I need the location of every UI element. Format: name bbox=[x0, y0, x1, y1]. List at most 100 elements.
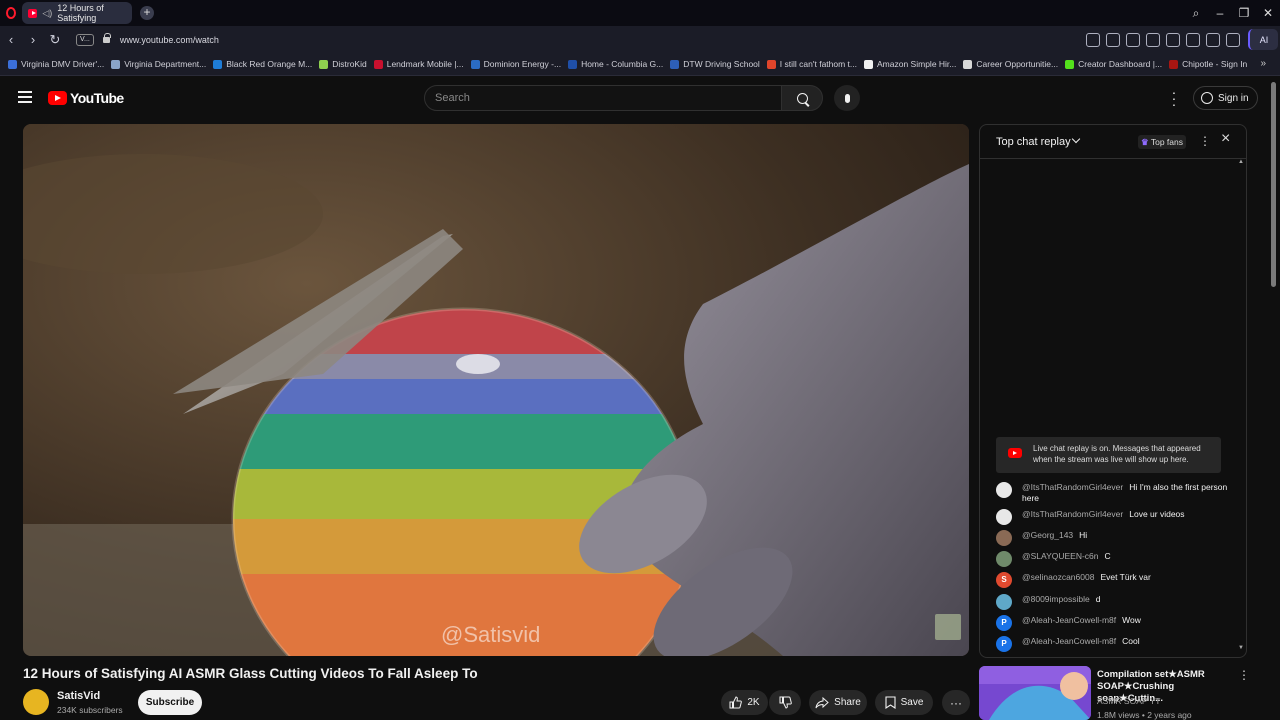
search-button[interactable] bbox=[781, 85, 823, 111]
channel-name[interactable]: SatisVid bbox=[57, 690, 100, 702]
chat-author-avatar[interactable] bbox=[996, 482, 1012, 498]
profile-icon[interactable] bbox=[1226, 32, 1240, 47]
chat-author-avatar[interactable] bbox=[996, 594, 1012, 610]
video-title: 12 Hours of Satisfying AI ASMR Glass Cut… bbox=[23, 666, 478, 681]
lock-icon[interactable] bbox=[102, 32, 111, 43]
minimize-button[interactable]: – bbox=[1208, 6, 1232, 20]
maximize-button[interactable]: ❐ bbox=[1232, 6, 1256, 20]
share-button[interactable]: Share bbox=[809, 690, 867, 715]
shield-icon[interactable] bbox=[1126, 32, 1140, 47]
save-button[interactable]: Save bbox=[875, 690, 933, 715]
sign-in-button[interactable]: Sign in bbox=[1193, 86, 1258, 110]
bookmark-label: Amazon Simple Hir... bbox=[877, 59, 957, 69]
browser-tab-active[interactable]: ◁) 12 Hours of Satisfying bbox=[22, 2, 132, 24]
bookmark-label: Creator Dashboard |... bbox=[1078, 59, 1163, 69]
reload-button[interactable]: ↻ bbox=[44, 32, 66, 48]
menu-lines-icon[interactable] bbox=[1206, 32, 1220, 47]
bookmark-label: Black Red Orange M... bbox=[226, 59, 313, 69]
chat-author-name[interactable]: @Aleah-JeanCowell-m8f bbox=[1022, 615, 1116, 625]
heart-icon[interactable] bbox=[1166, 32, 1180, 47]
subscribe-button[interactable]: Subscribe bbox=[138, 690, 202, 715]
download-icon[interactable] bbox=[1186, 32, 1200, 47]
bookmark-item[interactable]: Lendmark Mobile |... bbox=[373, 59, 464, 69]
back-button[interactable]: ‹ bbox=[0, 32, 22, 47]
channel-watermark-icon[interactable] bbox=[935, 614, 961, 640]
camera-icon[interactable] bbox=[1106, 32, 1120, 47]
chat-more-icon[interactable]: ⋮ bbox=[1199, 134, 1211, 148]
scroll-down-arrow-icon[interactable]: ▼ bbox=[1238, 645, 1244, 651]
bookmark-item[interactable]: DTW Driving School bbox=[670, 59, 760, 69]
recommended-video-thumbnail[interactable] bbox=[979, 666, 1091, 720]
chat-message[interactable]: S @selinaozcan6008 Evet Türk var bbox=[996, 572, 1236, 588]
site-badge[interactable]: V... bbox=[76, 33, 94, 46]
play-icon[interactable] bbox=[1146, 32, 1160, 47]
bookmark-item[interactable]: Chipotle - Sign In bbox=[1169, 59, 1247, 69]
chat-author-name[interactable]: @ItsThatRandomGirl4ever bbox=[1022, 509, 1123, 519]
chat-author-name[interactable]: @8009impossible bbox=[1022, 594, 1090, 604]
browser-search-icon[interactable]: ⌕ bbox=[1184, 6, 1208, 21]
youtube-favicon-icon bbox=[28, 8, 38, 18]
chat-message[interactable]: @ItsThatRandomGirl4ever Hi I'm also the f… bbox=[996, 482, 1236, 504]
settings-menu-icon[interactable]: · · · bbox=[1167, 85, 1181, 111]
close-icon[interactable]: × bbox=[1221, 130, 1230, 148]
dislike-button[interactable] bbox=[769, 690, 801, 715]
search-input[interactable]: Search bbox=[424, 85, 782, 111]
forward-button[interactable]: › bbox=[22, 32, 44, 47]
bookmark-favicon-icon bbox=[963, 59, 973, 69]
menu-icon[interactable] bbox=[18, 91, 32, 103]
edit-icon[interactable] bbox=[1086, 32, 1100, 47]
bookmark-item[interactable]: Home - Columbia G... bbox=[568, 59, 663, 69]
bookmarks-bar: Virginia DMV Driver'... Virginia Departme… bbox=[0, 53, 1280, 76]
bookmark-item[interactable]: Creator Dashboard |... bbox=[1065, 59, 1162, 69]
chat-author-name[interactable]: @Aleah-JeanCowell-m8f bbox=[1022, 636, 1116, 646]
opera-logo-icon[interactable] bbox=[0, 0, 22, 26]
channel-avatar[interactable] bbox=[23, 689, 49, 715]
bookmark-item[interactable]: Dominion Energy -... bbox=[470, 59, 561, 69]
like-count: 2K bbox=[747, 697, 760, 708]
chat-author-name[interactable]: @SLAYQUEEN-c6n bbox=[1022, 551, 1099, 561]
page-scrollbar[interactable] bbox=[1271, 82, 1276, 287]
like-button[interactable]: 2K bbox=[721, 690, 768, 715]
video-player[interactable]: @Satisvid bbox=[23, 124, 969, 656]
chat-message[interactable]: @ItsThatRandomGirl4ever Love ur videos bbox=[996, 509, 1236, 525]
more-actions-button[interactable]: ··· bbox=[942, 690, 970, 715]
chat-author-name[interactable]: @Georg_143 bbox=[1022, 530, 1073, 540]
subscriber-count: 234K subscribers bbox=[57, 705, 123, 715]
chat-message[interactable]: P @Aleah-JeanCowell-m8f Cool bbox=[996, 636, 1236, 652]
chevron-down-icon[interactable] bbox=[1071, 134, 1081, 144]
chat-author-avatar[interactable] bbox=[996, 551, 1012, 567]
new-tab-button[interactable]: + bbox=[140, 6, 154, 20]
chat-author-avatar[interactable]: S bbox=[996, 572, 1012, 588]
youtube-logo[interactable]: YouTube bbox=[48, 90, 124, 106]
chat-message[interactable]: @Georg_143 Hi bbox=[996, 530, 1236, 546]
chat-message[interactable]: @8009impossible d bbox=[996, 594, 1236, 610]
close-window-button[interactable]: ✕ bbox=[1256, 6, 1280, 20]
chat-mode-selector[interactable]: Top chat replay bbox=[996, 136, 1071, 148]
chat-author-name[interactable]: @selinaozcan6008 bbox=[1022, 572, 1094, 582]
chat-author-avatar[interactable]: P bbox=[996, 615, 1012, 631]
chat-author-avatar[interactable] bbox=[996, 509, 1012, 525]
chat-message-text: d bbox=[1095, 594, 1101, 604]
bookmark-item[interactable]: DistroKid bbox=[319, 59, 367, 69]
bookmark-item[interactable]: Career Opportunitie... bbox=[963, 59, 1058, 69]
top-fans-badge[interactable]: ♛ Top fans bbox=[1138, 135, 1186, 149]
bookmark-item[interactable]: Virginia DMV Driver'... bbox=[8, 59, 104, 69]
bookmark-item[interactable]: Black Red Orange M... bbox=[213, 59, 312, 69]
bookmark-item[interactable]: Amazon Simple Hir... bbox=[864, 59, 956, 69]
bookmark-item[interactable]: I still can't fathom t... bbox=[766, 59, 857, 69]
bookmark-favicon-icon bbox=[213, 59, 223, 69]
chat-message[interactable]: P @Aleah-JeanCowell-m8f Wow bbox=[996, 615, 1236, 631]
chat-author-avatar[interactable]: P bbox=[996, 636, 1012, 652]
chat-author-avatar[interactable] bbox=[996, 530, 1012, 546]
url-field[interactable]: www.youtube.com/watch bbox=[120, 35, 219, 45]
speaker-icon[interactable]: ◁) bbox=[42, 8, 52, 19]
chat-author-name[interactable]: @ItsThatRandomGirl4ever bbox=[1022, 482, 1123, 492]
scroll-up-arrow-icon[interactable]: ▲ bbox=[1238, 159, 1244, 165]
voice-search-button[interactable] bbox=[834, 85, 860, 111]
chat-message[interactable]: @SLAYQUEEN-c6n C bbox=[996, 551, 1236, 567]
recommended-more-icon[interactable]: ⋮ bbox=[1238, 668, 1250, 682]
bookmarks-overflow-icon[interactable]: » bbox=[1260, 58, 1266, 69]
recommended-video-channel[interactable]: ASMR SOAP YT bbox=[1097, 696, 1160, 706]
bookmark-item[interactable]: Virginia Department... bbox=[111, 59, 206, 69]
ai-button[interactable]: AI bbox=[1248, 29, 1278, 50]
